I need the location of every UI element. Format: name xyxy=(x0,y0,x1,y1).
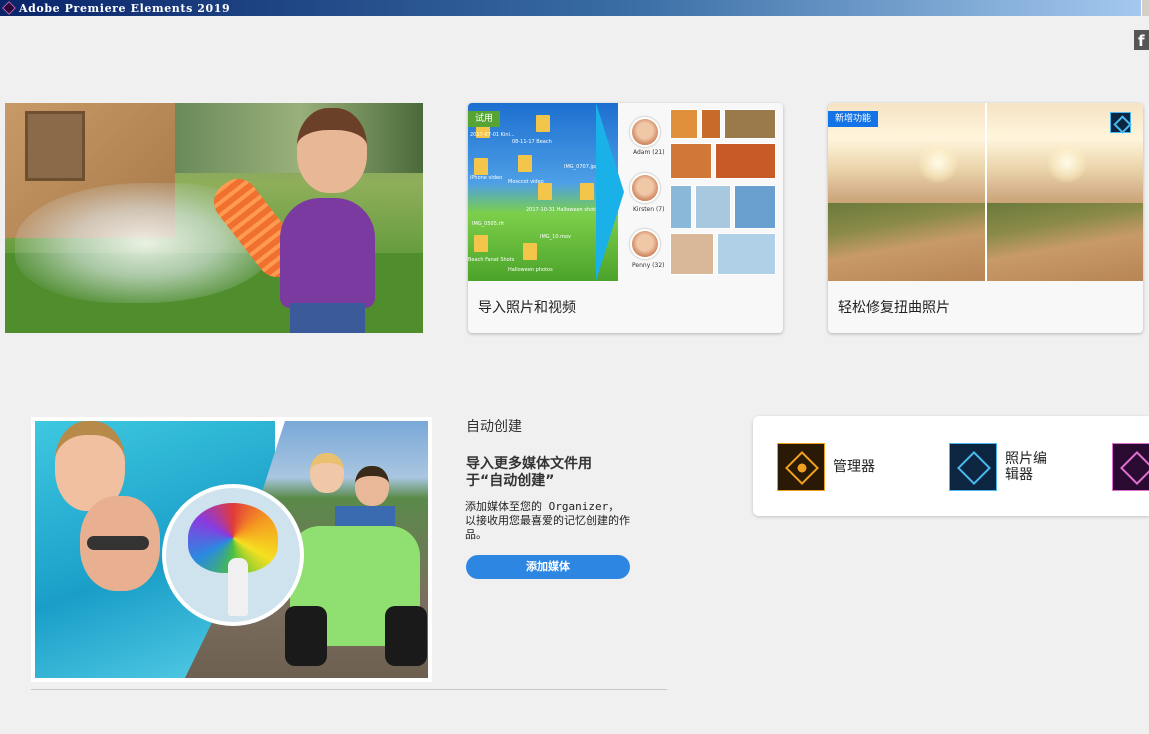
new-feature-badge: 新增功能 xyxy=(828,111,879,127)
app-launcher: 管理器 照片编辑器 xyxy=(753,416,1149,516)
auto-creation-collage xyxy=(31,417,432,682)
fix-distorted-photos-card[interactable]: 新增功能 轻松修复扭曲照片 xyxy=(828,103,1143,333)
section-divider xyxy=(31,689,667,690)
organizer-app-button[interactable]: 管理器 xyxy=(777,443,875,491)
photoshop-elements-icon xyxy=(1110,112,1131,133)
auto-creation-label: 自动创建 xyxy=(466,419,522,435)
hero-photo[interactable] xyxy=(5,103,423,333)
trial-badge: 试用 xyxy=(468,111,501,127)
add-media-button[interactable]: 添加媒体 xyxy=(466,555,630,579)
organizer-label: 管理器 xyxy=(833,459,875,475)
window-control-button[interactable] xyxy=(1141,0,1149,16)
photoshop-elements-icon xyxy=(949,443,997,491)
premiere-elements-icon xyxy=(1112,443,1149,491)
photo-editor-label: 照片编辑器 xyxy=(1005,451,1047,483)
auto-creation-heading: 导入更多媒体文件用于“自动创建” xyxy=(466,456,592,489)
facebook-icon[interactable]: f xyxy=(1134,30,1149,50)
photo-editor-app-button[interactable]: 照片编辑器 xyxy=(949,443,1053,491)
beach-before-after xyxy=(828,103,1143,281)
organizer-icon xyxy=(777,443,825,491)
import-caption: 导入照片和视频 xyxy=(478,300,576,316)
fix-caption: 轻松修复扭曲照片 xyxy=(838,300,950,316)
import-illustration: 2017-07-01 Kinl... 08-11-17 Beach IMG_07… xyxy=(468,103,783,281)
title-bar: Adobe Premiere Elements 2019 xyxy=(0,0,1149,16)
import-photos-videos-card[interactable]: 2017-07-01 Kinl... 08-11-17 Beach IMG_07… xyxy=(468,103,783,333)
window-title: Adobe Premiere Elements 2019 xyxy=(19,1,231,15)
premiere-elements-app-icon xyxy=(2,1,16,15)
auto-creation-description: 添加媒体至您的 Organizer，以接收用您最喜爱的记忆创建的作品。 xyxy=(465,500,630,541)
video-editor-app-button[interactable] xyxy=(1112,443,1149,491)
